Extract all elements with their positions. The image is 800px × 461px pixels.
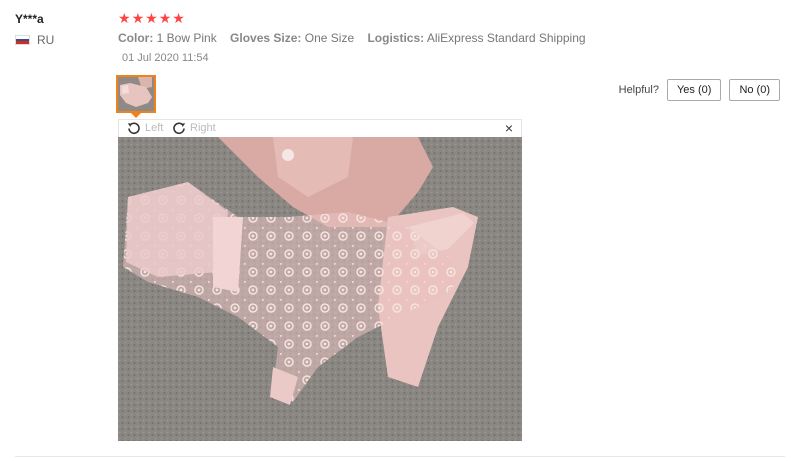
review-photo-thumbnail[interactable] bbox=[116, 75, 156, 113]
star-icon: ★ bbox=[172, 10, 185, 26]
order-attributes: Color: 1 Bow Pink Gloves Size: One Size … bbox=[118, 31, 596, 45]
rating-stars: ★ ★ ★ ★ ★ bbox=[118, 10, 185, 26]
rotate-left-label: Left bbox=[145, 122, 164, 134]
reviewer-name: Y***a bbox=[15, 12, 44, 26]
review-photo-large bbox=[118, 137, 522, 441]
star-icon: ★ bbox=[145, 10, 158, 26]
star-icon: ★ bbox=[118, 10, 131, 26]
rotate-left-button[interactable]: Left bbox=[127, 121, 163, 135]
helpful-yes-button[interactable]: Yes (0) bbox=[666, 79, 722, 101]
helpful-label: Helpful? bbox=[618, 84, 659, 96]
reviewer-country: RU bbox=[15, 33, 54, 47]
attr-value-logistics: AliExpress Standard Shipping bbox=[426, 31, 586, 45]
attr-key-logistics: Logistics: bbox=[367, 31, 425, 45]
russia-flag-icon bbox=[15, 35, 30, 45]
image-viewer-toolbar: Left Right × bbox=[118, 119, 522, 137]
attr-key-size: Gloves Size: bbox=[230, 31, 302, 45]
country-code: RU bbox=[37, 33, 55, 47]
rotate-left-icon bbox=[127, 122, 140, 135]
close-icon[interactable]: × bbox=[505, 120, 513, 136]
glove-thumbnail-image bbox=[118, 77, 154, 111]
star-icon: ★ bbox=[131, 10, 145, 26]
helpful-vote: Helpful? Yes (0) No (0) bbox=[619, 79, 780, 101]
rotate-right-button[interactable]: Right bbox=[172, 121, 216, 135]
review-date: 01 Jul 2020 11:54 bbox=[122, 52, 209, 64]
star-icon: ★ bbox=[158, 10, 172, 26]
attr-value-size: One Size bbox=[304, 31, 355, 45]
attr-value-color: 1 Bow Pink bbox=[156, 31, 217, 45]
lace-gloves-photo bbox=[118, 137, 522, 441]
attr-key-color: Color: bbox=[118, 31, 154, 45]
thumbnail-pointer bbox=[131, 113, 141, 118]
rotate-right-icon bbox=[173, 122, 186, 135]
helpful-no-button[interactable]: No (0) bbox=[729, 79, 780, 101]
review-divider bbox=[15, 456, 785, 457]
rotate-right-label: Right bbox=[190, 122, 216, 134]
